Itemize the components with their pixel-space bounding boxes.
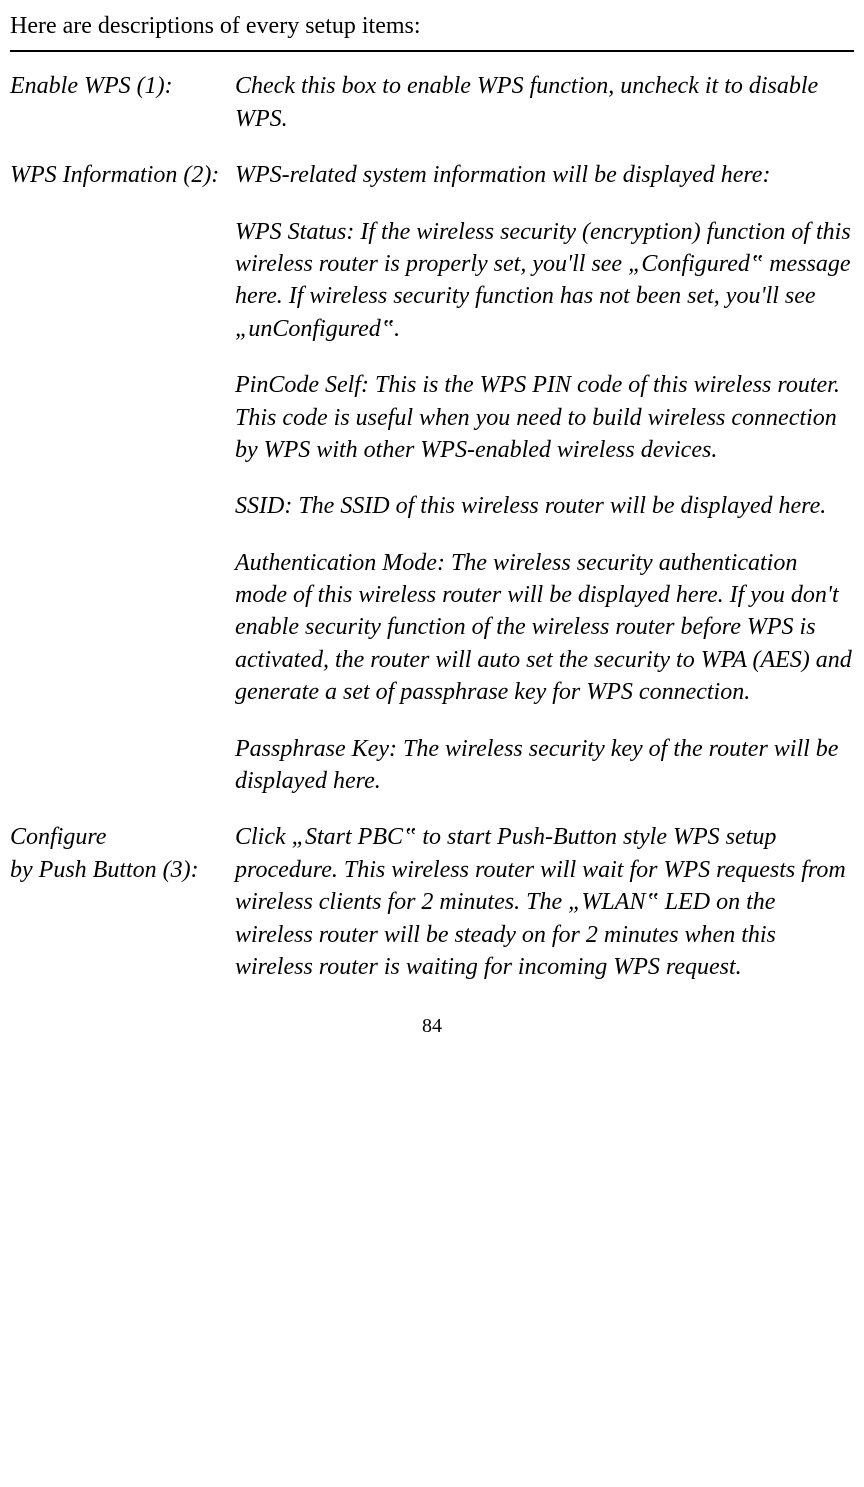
setup-item-row: Enable WPS (1): Check this box to enable… xyxy=(10,70,854,135)
page-number: 84 xyxy=(10,1013,854,1040)
item-label: WPS Information (2): xyxy=(10,159,235,797)
desc-paragraph: Authentication Mode: The wireless securi… xyxy=(235,547,854,709)
item-description: Click „Start PBC‟ to start Push-Button s… xyxy=(235,821,854,983)
item-label: Configure by Push Button (3): xyxy=(10,821,235,983)
divider-line xyxy=(10,50,854,52)
item-description: Check this box to enable WPS function, u… xyxy=(235,70,854,135)
desc-paragraph: WPS Status: If the wireless security (en… xyxy=(235,216,854,346)
desc-paragraph: Passphrase Key: The wireless security ke… xyxy=(235,733,854,798)
desc-paragraph: Click „Start PBC‟ to start Push-Button s… xyxy=(235,821,854,983)
setup-item-row: WPS Information (2): WPS-related system … xyxy=(10,159,854,797)
intro-text: Here are descriptions of every setup ite… xyxy=(10,10,854,42)
desc-paragraph: SSID: The SSID of this wireless router w… xyxy=(235,490,854,522)
desc-paragraph: Check this box to enable WPS function, u… xyxy=(235,70,854,135)
item-description: WPS-related system information will be d… xyxy=(235,159,854,797)
desc-paragraph: WPS-related system information will be d… xyxy=(235,159,854,191)
item-label: Enable WPS (1): xyxy=(10,70,235,135)
desc-paragraph: PinCode Self: This is the WPS PIN code o… xyxy=(235,369,854,466)
setup-item-row: Configure by Push Button (3): Click „Sta… xyxy=(10,821,854,983)
